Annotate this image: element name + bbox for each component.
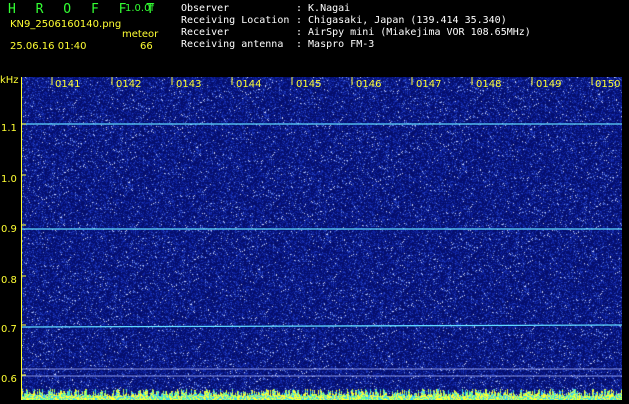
observer-label: Observer: [181, 3, 230, 14]
mode-label: meteor: [122, 29, 159, 40]
time-tick-0146: 0146: [356, 79, 382, 90]
datetime-label: 25.06.16 01:40: [10, 41, 87, 52]
y-tick-1-0: 1.0: [1, 174, 17, 185]
time-tick-0141: 0141: [55, 79, 81, 90]
time-tick-0142: 0142: [116, 79, 142, 90]
y-tick-0-7: 0.7: [1, 324, 17, 335]
y-tick-0-9: 0.9: [1, 224, 17, 235]
y-tick-0-8: 0.8: [1, 275, 17, 286]
spectrogram-overlay: [22, 77, 622, 377]
time-tick-0147: 0147: [416, 79, 442, 90]
meteor-count: 66: [140, 41, 153, 52]
antenna-label: Receiving antenna: [181, 39, 284, 50]
receiver-label: Receiver: [181, 27, 230, 38]
time-tick-0149: 0149: [536, 79, 562, 90]
header-panel: H R O F F T 1.0.0f KN9_2506160140.png me…: [0, 0, 629, 75]
time-tick-0148: 0148: [476, 79, 502, 90]
time-tick-0145: 0145: [296, 79, 322, 90]
observer-value: : K.Nagai: [296, 3, 351, 14]
time-tick-0143: 0143: [176, 79, 202, 90]
y-axis-line: [21, 77, 22, 400]
y-axis-unit: kHz: [0, 75, 19, 86]
y-tick-0-6: 0.6: [1, 374, 17, 385]
location-label: Receiving Location: [181, 15, 290, 26]
antenna-value: : Maspro FM-3: [296, 39, 375, 50]
carrier-line: [22, 324, 622, 328]
receiver-value: : AirSpy mini (Miakejima VOR 108.65MHz): [296, 27, 531, 38]
location-value: : Chigasaki, Japan (139.414 35.340): [296, 15, 507, 26]
time-tick-0150: 0150: [595, 79, 621, 90]
version-label: 1.0.0f: [125, 3, 154, 14]
time-tick-0144: 0144: [236, 79, 262, 90]
y-tick-1-1: 1.1: [1, 123, 17, 134]
filename-label: KN9_2506160140.png: [10, 19, 122, 30]
